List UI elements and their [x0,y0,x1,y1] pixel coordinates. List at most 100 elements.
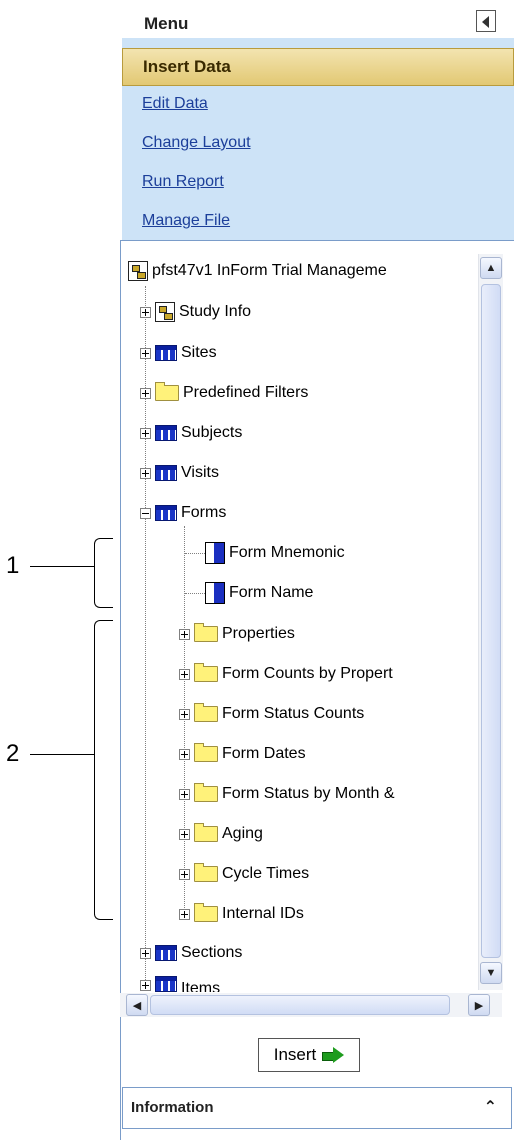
expand-icon[interactable] [179,748,190,760]
table-icon [155,345,177,361]
tree-node-label: Cycle Times [222,865,310,882]
expand-icon[interactable] [140,427,151,439]
expand-icon[interactable] [140,347,151,359]
study-icon [128,261,148,281]
tree-node-label: Sections [181,944,243,961]
folder-icon [194,703,218,722]
arrow-right-icon [322,1047,345,1063]
menu-item-change-layout[interactable]: Change Layout [142,134,251,152]
tree-node-label: Form Counts by Propert [222,665,393,682]
expand-icon[interactable] [179,788,190,800]
menu-item-edit-data[interactable]: Edit Data [142,95,208,113]
scroll-right-button[interactable]: ▶ [468,994,490,1016]
table-icon [155,425,177,441]
callout-bracket [94,620,113,920]
folder-icon [194,863,218,882]
insert-button-label: Insert [273,1045,317,1064]
horizontal-scroll-thumb[interactable] [150,995,450,1015]
tree-node-label: Visits [181,464,219,481]
expand-icon[interactable] [179,868,190,880]
tree-node-subjects[interactable]: Subjects [140,418,242,448]
tree-node-sections[interactable]: Sections [140,938,242,968]
tree-node-visits[interactable]: Visits [140,458,219,488]
chevron-left-icon [482,16,489,28]
table-icon [155,465,177,481]
table-icon [155,976,177,992]
tree-node-study-info[interactable]: Study Info [140,297,251,327]
information-panel[interactable]: Information ⌃ [122,1087,512,1129]
tree-node-aging[interactable]: Aging [179,819,263,849]
tree-node-cycle-times[interactable]: Cycle Times [179,859,309,889]
tree-node-form-dates[interactable]: Form Dates [179,739,306,769]
study-icon [155,302,175,322]
tree-connector [185,592,205,594]
menu-item-label: Insert Data [143,57,231,76]
tree-node-internal-ids[interactable]: Internal IDs [179,899,304,929]
information-title: Information [131,1099,214,1116]
tree-node-label: Aging [222,825,263,842]
tree-root[interactable]: pfst47v1 InForm Trial Manageme [128,256,387,286]
vertical-scrollbar[interactable]: ▲ ▼ [478,254,503,990]
folder-icon [194,903,218,922]
double-chevron-up-icon[interactable]: ⌃ [484,1097,497,1117]
insert-button[interactable]: Insert [258,1038,360,1072]
tree-node-label: Internal IDs [222,905,304,922]
field-icon [205,542,225,564]
callout-number: 2 [6,740,20,767]
callout-number: 1 [6,552,20,579]
tree-node-form-counts-by-property[interactable]: Form Counts by Propert [179,659,393,689]
table-icon [155,945,177,961]
scroll-left-button[interactable]: ◀ [126,994,148,1016]
tree-node-label: Properties [222,625,295,642]
expand-icon[interactable] [140,387,151,399]
tree-node-label: Form Name [229,584,314,601]
tree-node-form-status-counts[interactable]: Form Status Counts [179,699,364,729]
expand-icon[interactable] [179,668,190,680]
callout-line [30,566,94,567]
callout-line [30,754,94,755]
horizontal-scrollbar[interactable]: ◀ ▶ [120,993,502,1017]
expand-icon[interactable] [179,628,190,640]
collapse-icon[interactable] [140,507,151,519]
tree-node-sites[interactable]: Sites [140,338,217,368]
expand-icon[interactable] [140,467,151,479]
menu-item-manage-file[interactable]: Manage File [142,212,230,230]
expand-icon[interactable] [140,306,151,318]
tree-node-label: Items [181,980,221,992]
collapse-panel-button[interactable] [476,10,496,32]
field-icon [205,582,225,604]
tree-node-form-status-by-month[interactable]: Form Status by Month & [179,779,395,809]
scroll-down-button[interactable]: ▼ [480,962,502,984]
table-icon [155,505,177,521]
tree-node-label: Form Status by Month & [222,785,395,802]
folder-icon [194,823,218,842]
folder-icon [194,743,218,762]
expand-icon[interactable] [179,708,190,720]
expand-icon[interactable] [179,828,190,840]
tree-node-form-name[interactable]: Form Name [185,578,313,608]
tree-node-items[interactable]: Items [140,970,220,992]
expand-icon[interactable] [179,908,190,920]
callout-bracket [94,538,113,608]
folder-icon [194,783,218,802]
scroll-up-button[interactable]: ▲ [480,257,502,279]
expand-icon[interactable] [140,947,151,959]
tree-node-label: Predefined Filters [183,384,309,401]
tree-connector [185,552,205,554]
menu-item-insert-data[interactable]: Insert Data [122,48,514,86]
folder-icon [194,663,218,682]
tree-node-properties[interactable]: Properties [179,619,295,649]
tree-node-label: Subjects [181,424,243,441]
tree-node-label: Forms [181,504,227,521]
tree-node-label: Form Dates [222,745,306,762]
expand-icon[interactable] [140,980,151,991]
menu-title: Menu [144,14,189,33]
tree-node-form-mnemonic[interactable]: Form Mnemonic [185,538,345,568]
tree-node-label: Form Mnemonic [229,544,345,561]
tree-node-label: Study Info [179,303,252,320]
vertical-scroll-thumb[interactable] [481,284,501,958]
folder-icon [194,623,218,642]
menu-item-run-report[interactable]: Run Report [142,173,224,191]
tree-node-forms[interactable]: Forms [140,498,226,528]
tree-node-predefined-filters[interactable]: Predefined Filters [140,378,308,408]
